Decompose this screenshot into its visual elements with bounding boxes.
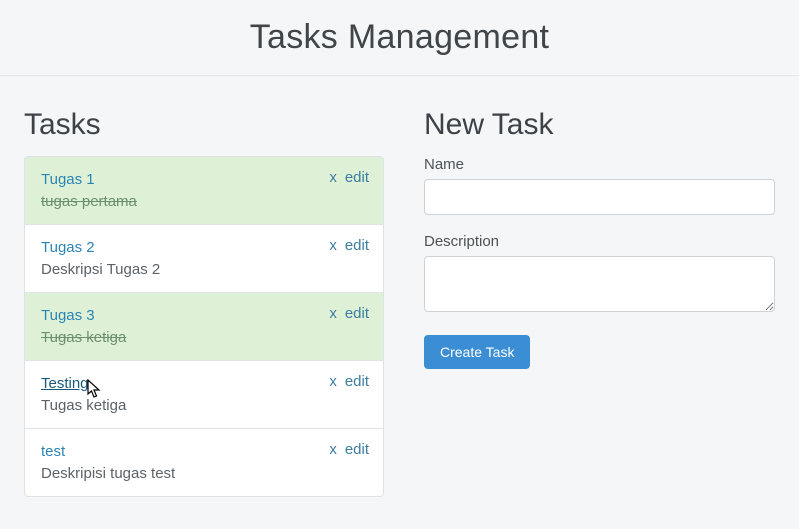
delete-task-button[interactable]: x — [329, 305, 337, 322]
task-title-link[interactable]: Tugas 3 — [41, 307, 95, 324]
task-item: Tugas 2 Deskripsi Tugas 2 xedit — [25, 224, 383, 292]
edit-task-button[interactable]: edit — [345, 441, 369, 458]
page-title: Tasks Management — [0, 18, 799, 57]
description-group: Description — [424, 233, 775, 317]
task-item: Testing Tugas ketiga xedit — [25, 360, 383, 428]
delete-task-button[interactable]: x — [329, 441, 337, 458]
name-input[interactable] — [424, 179, 775, 215]
task-title-link[interactable]: test — [41, 443, 65, 460]
task-list: Tugas 1tugas pertamaxeditTugas 2Deskrips… — [24, 156, 384, 497]
description-label: Description — [424, 233, 775, 250]
task-description: tugas pertama — [41, 193, 367, 210]
edit-task-button[interactable]: edit — [345, 373, 369, 390]
edit-task-button[interactable]: edit — [345, 305, 369, 322]
page-body: Tasks Tugas 1tugas pertamaxeditTugas 2De… — [0, 76, 799, 529]
task-actions: xedit — [321, 373, 369, 390]
edit-task-button[interactable]: edit — [345, 237, 369, 254]
name-label: Name — [424, 156, 775, 173]
edit-task-button[interactable]: edit — [345, 169, 369, 186]
new-task-heading: New Task — [424, 108, 775, 142]
task-description: Tugas ketiga — [41, 329, 367, 346]
task-description: Tugas ketiga — [41, 397, 367, 414]
task-item: test Deskripisi tugas test xedit — [25, 428, 383, 496]
name-group: Name — [424, 156, 775, 215]
new-task-column: New Task Name Description Create Task — [424, 108, 775, 497]
task-description: Deskripisi tugas test — [41, 465, 367, 482]
task-actions: xedit — [321, 237, 369, 254]
create-task-button[interactable]: Create Task — [424, 335, 530, 369]
task-actions: xedit — [321, 305, 369, 322]
description-textarea[interactable] — [424, 256, 775, 312]
task-title-link[interactable]: Tugas 2 — [41, 239, 95, 256]
task-actions: xedit — [321, 169, 369, 186]
task-actions: xedit — [321, 441, 369, 458]
delete-task-button[interactable]: x — [329, 373, 337, 390]
delete-task-button[interactable]: x — [329, 237, 337, 254]
task-item: Tugas 3 Tugas ketiga xedit — [25, 292, 383, 360]
delete-task-button[interactable]: x — [329, 169, 337, 186]
task-title-link[interactable]: Tugas 1 — [41, 171, 95, 188]
task-item: Tugas 1 tugas pertama xedit — [25, 157, 383, 224]
task-description: Deskripsi Tugas 2 — [41, 261, 367, 278]
task-title-link[interactable]: Testing — [41, 375, 89, 392]
tasks-column: Tasks Tugas 1tugas pertamaxeditTugas 2De… — [24, 108, 384, 497]
tasks-heading: Tasks — [24, 108, 384, 142]
header-bar: Tasks Management — [0, 0, 799, 76]
